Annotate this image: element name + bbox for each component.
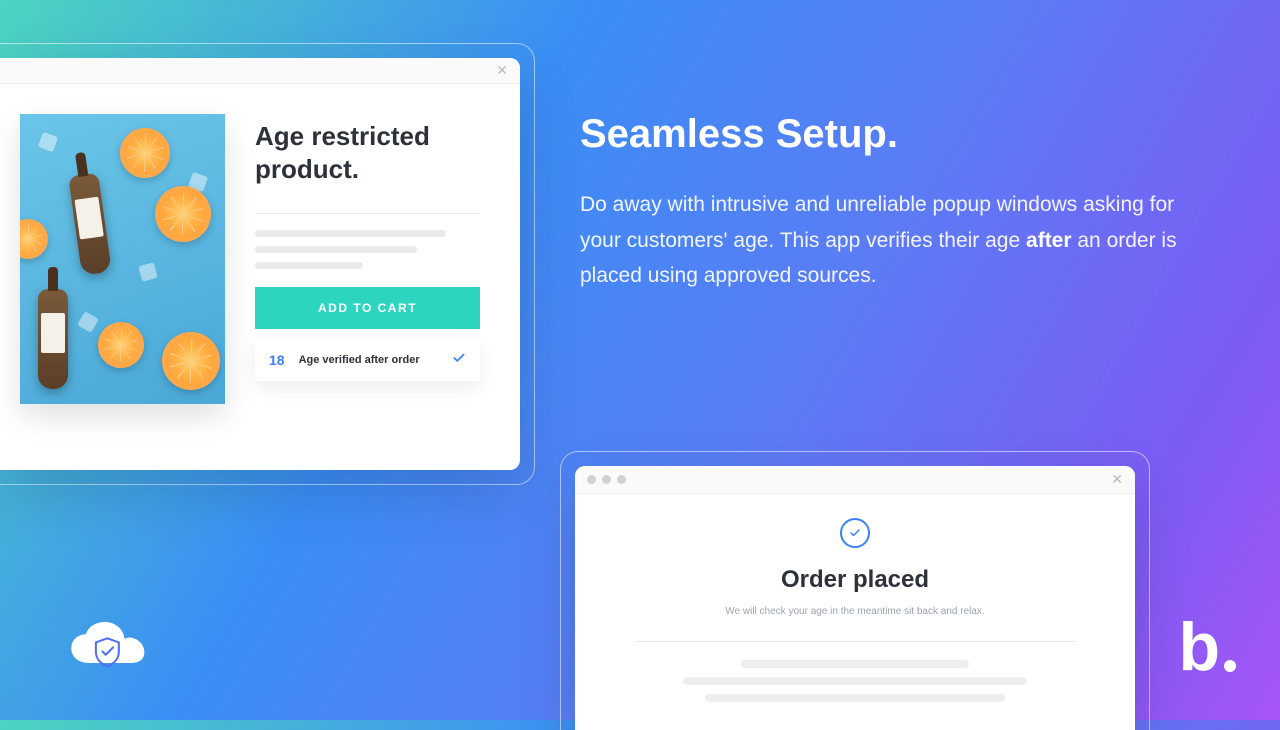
brand-logo: b [1178,608,1236,686]
window-titlebar: ✕ [575,466,1135,494]
marketing-body: Do away with intrusive and unreliable po… [580,187,1200,294]
product-image [20,114,225,404]
age-verification-row: 18 Age verified after order [255,339,480,381]
brand-logo-letter: b [1178,608,1220,686]
cloud-shield-logo [68,620,150,678]
product-window-frame: ✕ Age restricted product. [0,43,535,485]
product-window: ✕ Age restricted product. [0,58,520,470]
placeholder-line [741,660,970,668]
traffic-light-icon[interactable] [617,475,626,484]
add-to-cart-button[interactable]: ADD TO CART [255,287,480,329]
age-number: 18 [269,352,285,368]
traffic-light-icon[interactable] [602,475,611,484]
marketing-title: Seamless Setup. [580,112,1200,157]
age-label: Age verified after order [299,354,438,366]
product-title: Age restricted product. [255,120,480,185]
product-window-body: Age restricted product. ADD TO CART 18 A… [0,84,520,470]
placeholder-line [255,246,417,253]
placeholder-line [705,694,1004,702]
divider [255,213,480,214]
marketing-body-bold: after [1026,229,1072,252]
order-title: Order placed [635,566,1075,594]
traffic-lights [587,475,626,484]
divider [635,641,1075,642]
window-titlebar: ✕ [0,58,520,84]
traffic-light-icon[interactable] [587,475,596,484]
placeholder-line [683,677,1026,685]
check-circle-icon [840,518,870,548]
product-info: Age restricted product. ADD TO CART 18 A… [255,114,480,440]
order-window-frame: ✕ Order placed We will check your age in… [560,451,1150,730]
placeholder-line [255,230,446,237]
order-window-body: Order placed We will check your age in t… [575,494,1135,702]
check-icon [452,351,466,370]
brand-logo-dot [1224,660,1236,672]
close-icon[interactable]: ✕ [496,62,508,79]
marketing-copy: Seamless Setup. Do away with intrusive a… [580,112,1200,294]
order-subtitle: We will check your age in the meantime s… [635,606,1075,617]
placeholder-line [255,262,363,269]
close-icon[interactable]: ✕ [1111,471,1123,488]
order-window: ✕ Order placed We will check your age in… [575,466,1135,730]
